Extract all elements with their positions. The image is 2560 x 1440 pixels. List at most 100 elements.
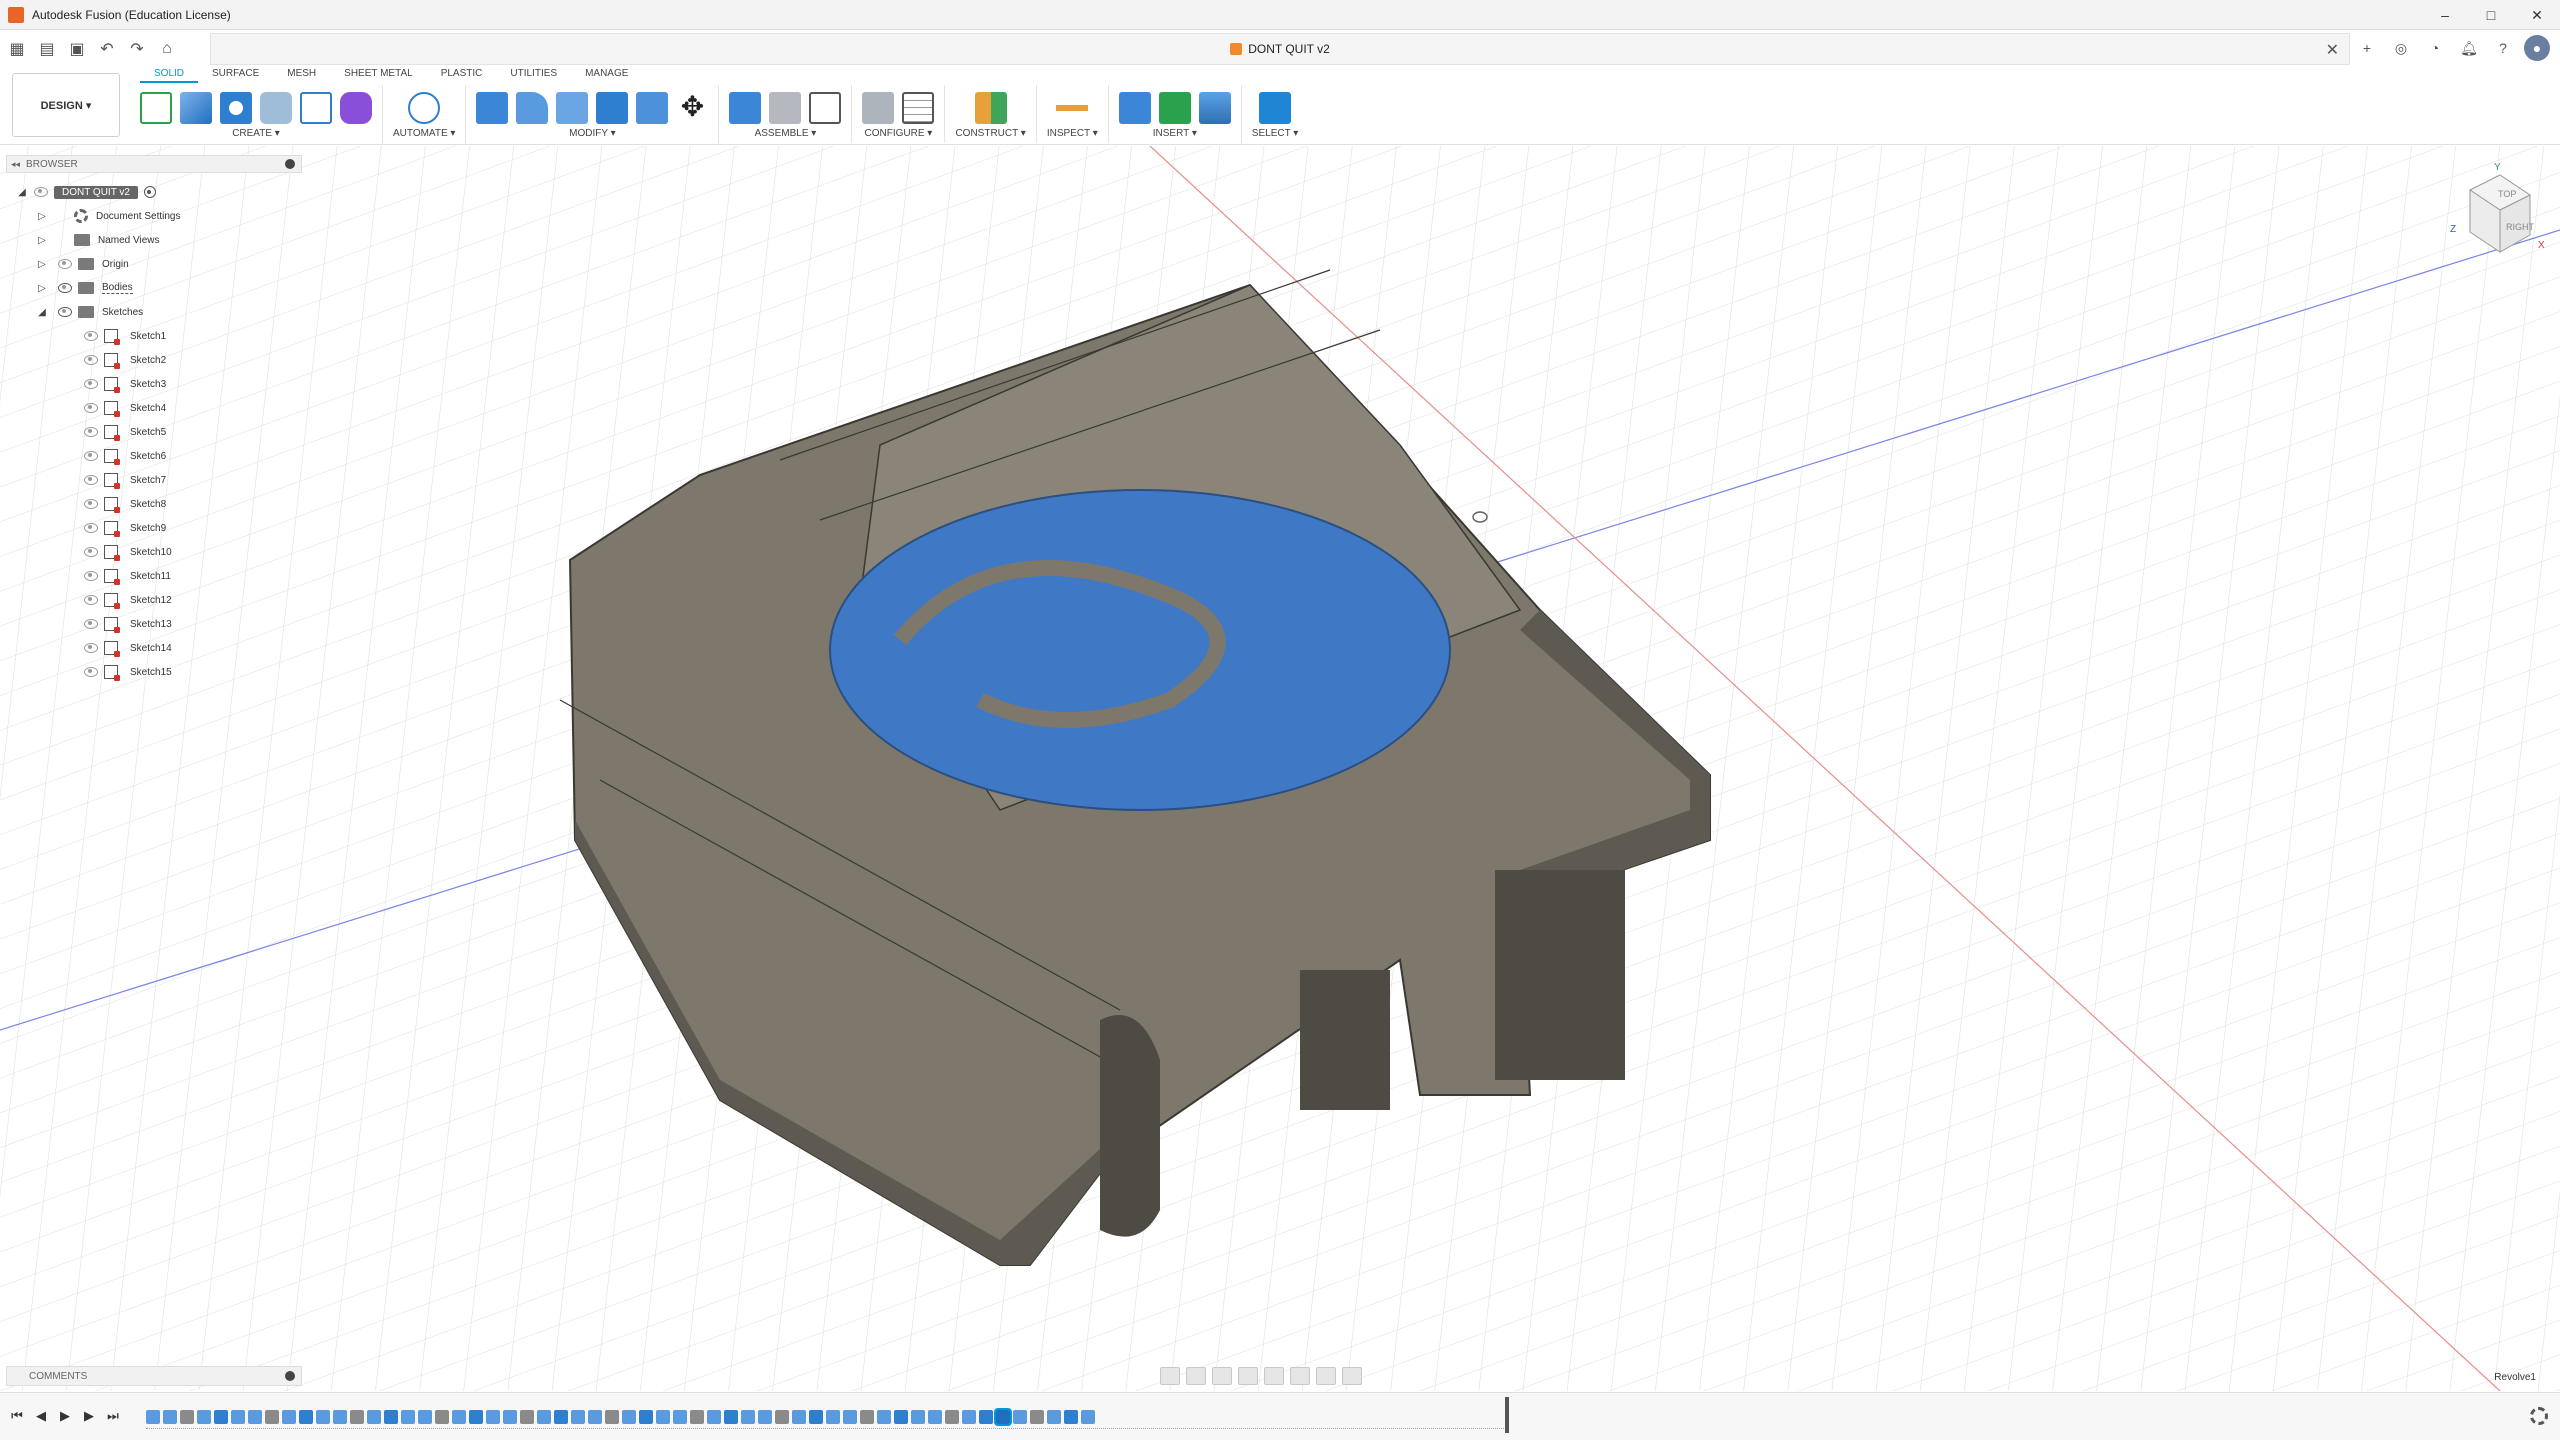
maximize-button[interactable]: □: [2468, 0, 2514, 30]
visibility-eye-icon[interactable]: [84, 547, 98, 557]
visibility-eye-icon[interactable]: [84, 403, 98, 413]
letter-q-bowl[interactable]: [1100, 1015, 1160, 1237]
timeline-feature-icon[interactable]: [928, 1409, 942, 1424]
visibility-eye-icon[interactable]: [84, 427, 98, 437]
shell-icon[interactable]: [636, 92, 669, 124]
close-tab-icon[interactable]: ✕: [2326, 40, 2339, 60]
close-window-button[interactable]: ✕: [2514, 0, 2560, 30]
activate-radio-icon[interactable]: [143, 186, 156, 198]
measure-icon[interactable]: [1056, 92, 1089, 124]
hole-icon[interactable]: [260, 92, 292, 124]
timeline-feature-icon[interactable]: [180, 1409, 194, 1424]
zoom-icon[interactable]: [1238, 1367, 1258, 1385]
undo-icon[interactable]: ↶: [94, 37, 120, 61]
timeline-feature-icon[interactable]: [554, 1409, 568, 1424]
expand-triangle-icon[interactable]: ◢: [16, 186, 28, 198]
visibility-eye-icon[interactable]: [84, 523, 98, 533]
press-pull-icon[interactable]: [476, 92, 509, 124]
timeline-play-icon[interactable]: ▶: [58, 1407, 72, 1425]
visibility-eye-icon[interactable]: [84, 643, 98, 653]
tree-item-sketch[interactable]: Sketch11: [6, 564, 306, 588]
browser-panel-header[interactable]: ◂◂ BROWSER: [6, 155, 302, 173]
visibility-eye-icon[interactable]: [58, 283, 72, 293]
tree-item-sketch[interactable]: Sketch8: [6, 492, 306, 516]
tree-item-document-settings[interactable]: ▷ Document Settings: [6, 204, 306, 228]
timeline-feature-icon[interactable]: [214, 1409, 228, 1424]
revolve-icon[interactable]: [220, 92, 252, 124]
combine-icon[interactable]: [596, 92, 629, 124]
browser-pin-icon[interactable]: [285, 159, 295, 169]
insert-derive-icon[interactable]: [1158, 92, 1191, 124]
collapse-browser-icon[interactable]: ◂◂: [11, 159, 20, 170]
timeline-feature-icon[interactable]: [656, 1409, 670, 1424]
timeline-feature-icon[interactable]: [775, 1409, 789, 1424]
tree-item-sketch[interactable]: Sketch13: [6, 612, 306, 636]
chamfer-icon[interactable]: [556, 92, 589, 124]
save-icon[interactable]: ▣: [64, 37, 90, 61]
expand-triangle-icon[interactable]: ▷: [36, 282, 48, 294]
visibility-eye-icon[interactable]: [84, 355, 98, 365]
timeline-feature-icon[interactable]: [690, 1409, 704, 1424]
comments-pin-icon[interactable]: [285, 1371, 295, 1381]
user-avatar[interactable]: ●: [2524, 35, 2550, 61]
timeline-feature-icon[interactable]: [537, 1409, 551, 1424]
tree-item-sketch[interactable]: Sketch5: [6, 420, 306, 444]
timeline-feature-icon[interactable]: [282, 1409, 296, 1424]
insert-link-icon[interactable]: [1118, 92, 1151, 124]
app-grid-icon[interactable]: ▦: [4, 37, 30, 61]
look-at-icon[interactable]: [1186, 1367, 1206, 1385]
timeline-feature-icon[interactable]: [894, 1409, 908, 1424]
timeline-feature-icon[interactable]: [163, 1409, 177, 1424]
timeline-feature-icon[interactable]: [877, 1409, 891, 1424]
visibility-eye-icon[interactable]: [84, 619, 98, 629]
display-settings-icon[interactable]: [1290, 1367, 1310, 1385]
visibility-eye-icon[interactable]: [84, 451, 98, 461]
blue-logo-disc[interactable]: [829, 489, 1451, 811]
expand-triangle-icon[interactable]: ◢: [36, 306, 48, 318]
timeline-feature-icon[interactable]: [1047, 1409, 1061, 1424]
tab-sheet-metal[interactable]: SHEET METAL: [330, 67, 427, 83]
extrude-icon[interactable]: [180, 92, 212, 124]
expand-triangle-icon[interactable]: ▷: [36, 234, 48, 246]
orbit-icon[interactable]: [1160, 1367, 1180, 1385]
timeline-feature-icon[interactable]: [1030, 1409, 1044, 1424]
timeline-feature-icon[interactable]: [605, 1409, 619, 1424]
timeline-end-icon[interactable]: ⏭: [106, 1407, 120, 1425]
timeline-feature-icon[interactable]: [979, 1409, 993, 1424]
timeline-feature-icon[interactable]: [401, 1409, 415, 1424]
tab-solid[interactable]: SOLID: [140, 67, 199, 83]
tree-item-sketch[interactable]: Sketch9: [6, 516, 306, 540]
tree-item-sketch[interactable]: Sketch12: [6, 588, 306, 612]
fit-icon[interactable]: [1264, 1367, 1284, 1385]
tree-item-sketches[interactable]: ◢ Sketches: [6, 300, 306, 324]
timeline-feature-icon[interactable]: [452, 1409, 466, 1424]
configure-icon[interactable]: [862, 92, 895, 124]
timeline-feature-icon[interactable]: [299, 1409, 313, 1424]
timeline-feature-icon[interactable]: [826, 1409, 840, 1424]
timeline-feature-icon[interactable]: [146, 1409, 160, 1424]
home-icon[interactable]: ⌂: [154, 37, 180, 61]
tab-surface[interactable]: SURFACE: [198, 67, 273, 83]
timeline-feature-icon[interactable]: [333, 1409, 347, 1424]
timeline-feature-icon[interactable]: [945, 1409, 959, 1424]
timeline-feature-icon[interactable]: [197, 1409, 211, 1424]
bom-icon[interactable]: [809, 92, 842, 124]
visibility-eye-icon[interactable]: [84, 379, 98, 389]
timeline-feature-icon[interactable]: [350, 1409, 364, 1424]
pan-icon[interactable]: [1212, 1367, 1232, 1385]
timeline-feature-icon[interactable]: [724, 1409, 738, 1424]
timeline-start-icon[interactable]: ⏮: [10, 1407, 24, 1425]
timeline-feature-icon[interactable]: [265, 1409, 279, 1424]
minimize-button[interactable]: –: [2422, 0, 2468, 30]
visibility-eye-icon[interactable]: [84, 331, 98, 341]
group-label-assemble[interactable]: ASSEMBLE ▾: [755, 128, 817, 139]
tab-mesh[interactable]: MESH: [273, 67, 330, 83]
job-status-icon[interactable]: ◔: [2422, 35, 2448, 61]
form-icon[interactable]: [340, 92, 372, 124]
timeline-feature-icon[interactable]: [843, 1409, 857, 1424]
timeline-feature-icon[interactable]: [860, 1409, 874, 1424]
group-label-select[interactable]: SELECT ▾: [1252, 128, 1299, 139]
timeline-feature-icon[interactable]: [1064, 1409, 1078, 1424]
timeline-feature-icon[interactable]: [962, 1409, 976, 1424]
move-icon[interactable]: ✥: [676, 92, 708, 124]
